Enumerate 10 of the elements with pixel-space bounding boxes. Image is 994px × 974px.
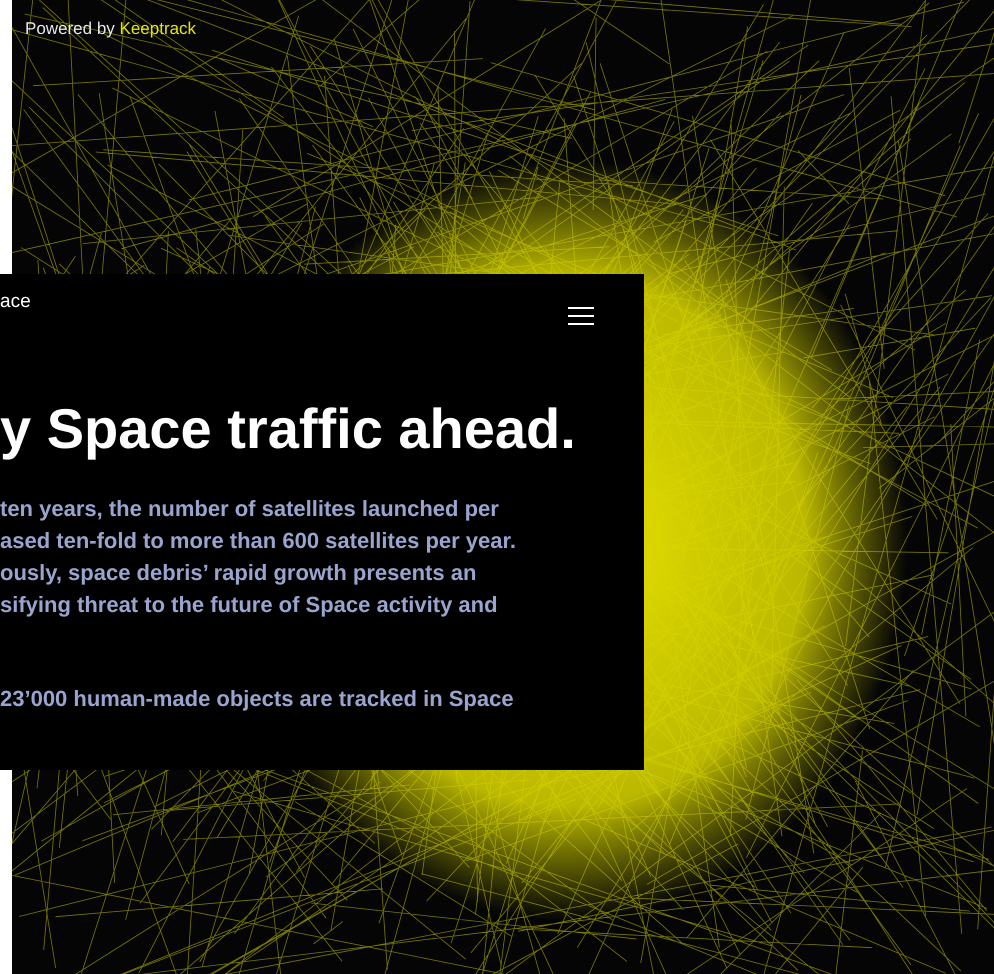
keeptrack-link[interactable]: Keeptrack (120, 19, 196, 38)
intro-text-line: ten years, the number of satellites launched per (0, 495, 500, 523)
intro-text-line: sifying threat to the future of Space activity and (0, 591, 499, 619)
intro-text-line: ously, space debris’ rapid growth presents an (0, 559, 478, 587)
intro-text-line: ased ten-fold to more than 600 satellites per year. (0, 527, 517, 555)
brand-name: ace (0, 290, 31, 314)
credit-text: Powered by Keeptrack (25, 18, 196, 40)
menu-icon[interactable] (568, 307, 594, 325)
intro-text-line: 23’000 human-made objects are tracked in Space (0, 685, 515, 713)
hero-heading: y Space traffic ahead. (0, 399, 577, 459)
